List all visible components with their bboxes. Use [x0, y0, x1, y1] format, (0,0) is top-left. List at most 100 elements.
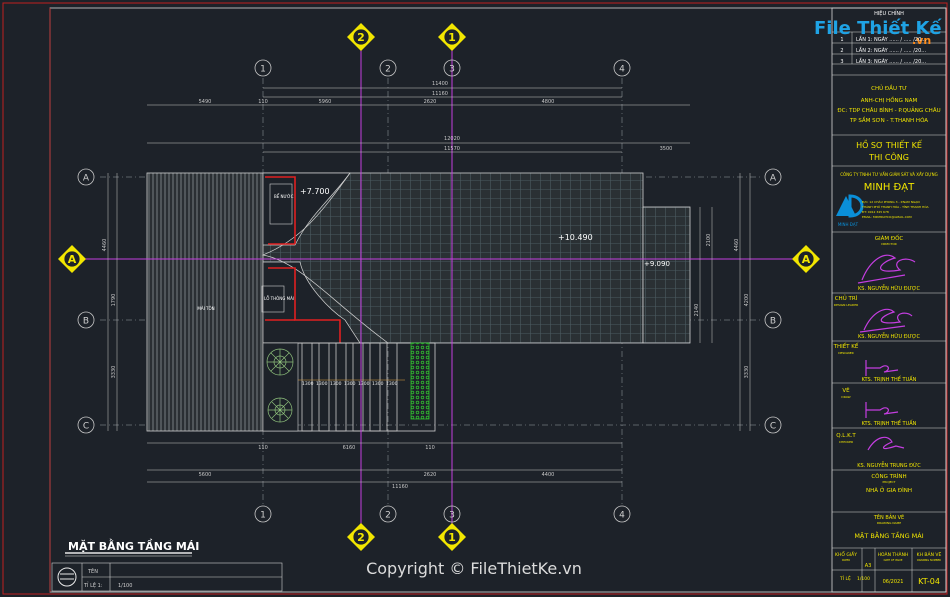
room-label-tank: BỂ NƯỚC	[274, 194, 294, 199]
grid-top-1: 1	[260, 65, 266, 75]
tb-rev-text-0: LẦN 1: NGÀY ...... / ..... /20...	[856, 35, 926, 43]
tb-sheetno-label: KH BẢN VẼ	[917, 550, 942, 558]
tb-design-label: THIẾT KẾ	[833, 342, 859, 350]
planter	[410, 342, 430, 420]
tread-label-4: 1300	[358, 381, 370, 387]
tb-company-line: CÔNG TY TNHH TƯ VẤN GIÁM SÁT VÀ XÂY DỰNG	[840, 172, 938, 177]
tb-paper-sub: PAPER	[842, 558, 850, 562]
scale-value: 1/100	[118, 583, 132, 589]
axis-bottom-1: 1	[448, 531, 456, 544]
grid-right-B: B	[770, 317, 776, 327]
dim-top-0: 11400	[432, 81, 448, 87]
dim-bottom-2: 110	[425, 445, 435, 451]
tb-qc-label: Q.L.K.T	[836, 433, 856, 439]
tb-dossier-0: HỒ SƠ THIẾT KẾ	[856, 138, 923, 150]
tb-scale-value: 1/100	[857, 576, 870, 582]
tb-company-name: MINH ĐẠT	[864, 182, 915, 193]
dim-left-0: 4460	[102, 239, 108, 252]
dim-top-6: 110	[258, 99, 268, 105]
tb-company-small-3: EMAIL: MINHDATCO@GMAIL.COM	[862, 215, 912, 219]
tb-rev-no-0: 1	[840, 37, 843, 43]
tb-company-small-0: Đ/C: 12 CHÂU PHONG 3 - P.NAM NGẠN	[862, 199, 920, 204]
dim-top-3: 5960	[319, 99, 332, 105]
grid-right-A: A	[770, 174, 777, 184]
signature-designer	[865, 360, 899, 376]
dim-right-2: 3330	[744, 366, 750, 379]
dim-top-1: 11160	[432, 91, 448, 97]
tiled-roof-right	[642, 206, 691, 344]
dim-bottom-6: 11160	[392, 484, 408, 490]
corrugated-roof	[146, 172, 264, 432]
tb-rev-no-1: 2	[840, 48, 843, 54]
stair-treads	[301, 342, 398, 432]
dim-top-4: 2620	[424, 99, 437, 105]
tb-date-value: 06/2021	[883, 579, 904, 585]
signature-chief	[859, 308, 913, 333]
tb-company-small-2: ĐT: 0912 345 678	[862, 210, 889, 214]
tb-company-small-1: THÀNH PHỐ THANH HÓA - TỈNH THANH HÓA	[861, 204, 930, 209]
dim-right-1: 4200	[744, 294, 750, 307]
tb-sheetname-sub: DRAWING NAME	[877, 521, 901, 525]
tb-project-name: NHÀ Ở GIA ĐÌNH	[866, 486, 912, 494]
signature-director	[857, 254, 916, 284]
grid-bottom-4: 4	[619, 511, 625, 521]
tb-revisions-header: HIỆU CHỈNH	[874, 9, 904, 17]
scale-label: TỈ LỆ 1:	[83, 581, 103, 589]
roof-plan-drawing: 1 1 2 2 3 3 4 4 A A B B C C 2 1 2 1 A A +7.700 +10.490 +9.090 B…	[2, 2, 948, 595]
tb-director-name: KS. NGUYỄN HỮU ĐƯỢC	[858, 284, 920, 292]
axis-top-1: 1	[448, 31, 456, 44]
name-label: TÊN	[87, 567, 98, 575]
grid-top-2: 2	[385, 65, 391, 75]
dim-top-7: 12020	[444, 136, 460, 142]
tb-sheetname: MẶT BẰNG TẦNG MÁI	[854, 530, 923, 540]
signature-drafter	[865, 402, 899, 418]
dim-bottom-1: 6160	[343, 445, 356, 451]
tb-investor-line-0: ANH-CHỊ HỒNG NAM	[861, 95, 918, 104]
tb-paper-label: KHỔ GIẤY	[835, 550, 857, 558]
room-label-roof: MÁI TÔN	[197, 306, 214, 311]
level-roof: +10.490	[558, 233, 593, 242]
dim-left-1: 1790	[111, 294, 117, 307]
cad-drawing-viewport[interactable]: 1 1 2 2 3 3 4 4 A A B B C C 2 1 2 1 A A +7.700 +10.490 +9.090 B…	[0, 0, 950, 597]
tb-chief-name: KS. NGUYỄN HỮU ĐƯỢC	[858, 332, 920, 340]
tb-design-name: KTS. TRỊNH THẾ TUẤN	[862, 375, 917, 383]
tb-chief-label: CHỦ TRÌ	[835, 294, 858, 302]
tb-dossier-1: THI CÔNG	[868, 151, 909, 162]
tb-rev-text-1: LẦN 2: NGÀY ...... / ..... /20...	[856, 46, 926, 54]
grid-right-C: C	[770, 422, 776, 432]
dim-top-5: 4800	[542, 99, 555, 105]
tread-label-2: 1300	[330, 381, 342, 387]
tb-director-label: GIÁM ĐỐC	[875, 234, 904, 242]
dim-right-4: 2140	[694, 304, 700, 317]
tread-label-0: 1300	[302, 381, 314, 387]
signature-checker	[867, 436, 905, 451]
room-label-stairwell: LỖ THÔNG MÁI	[264, 296, 294, 301]
tb-draw-name: KTS. TRỊNH THẾ TUẤN	[862, 419, 917, 427]
grid-left-C: C	[83, 422, 89, 432]
dim-right-3: 2100	[706, 234, 712, 247]
axis-left-A: A	[68, 253, 77, 266]
north-arrow-icon	[57, 567, 77, 587]
tb-director-sub: DIRECTOR	[881, 242, 897, 246]
dim-left-2: 3330	[111, 366, 117, 379]
dim-bottom-4: 2620	[424, 472, 437, 478]
company-logo	[836, 194, 864, 218]
grid-top-4: 4	[619, 65, 625, 75]
tb-done-sub: DATE OF ISSUE	[884, 558, 903, 562]
tb-project-sub: PROJECT	[883, 480, 896, 484]
tb-qc-sub: CHECKER	[839, 440, 853, 444]
tb-investor-label: CHỦ ĐẦU TƯ	[871, 84, 907, 92]
axis-bottom-2: 2	[357, 531, 365, 544]
tb-qc-name: KS. NGUYỄN TRUNG ĐỨC	[857, 461, 921, 469]
grid-bottom-1: 1	[260, 511, 266, 521]
tb-sheet-no: KT-04	[918, 577, 940, 586]
tb-rev-no-2: 3	[840, 59, 843, 65]
grid-left-A: A	[83, 174, 90, 184]
grid-bottom-2: 2	[385, 511, 391, 521]
tb-sheetno-sub: DRAWING NUMBER	[917, 558, 941, 562]
tb-investor-line-1: ĐC: TDP CHÂU BÌNH - P.QUẢNG CHÂU	[837, 106, 940, 114]
tb-chief-sub: DESIGN LEADER	[834, 303, 858, 307]
drawing-title: MẶT BẰNG TẦNG MÁI	[68, 538, 199, 553]
tread-label-3: 1300	[344, 381, 356, 387]
dim-bottom-5: 4400	[542, 472, 555, 478]
